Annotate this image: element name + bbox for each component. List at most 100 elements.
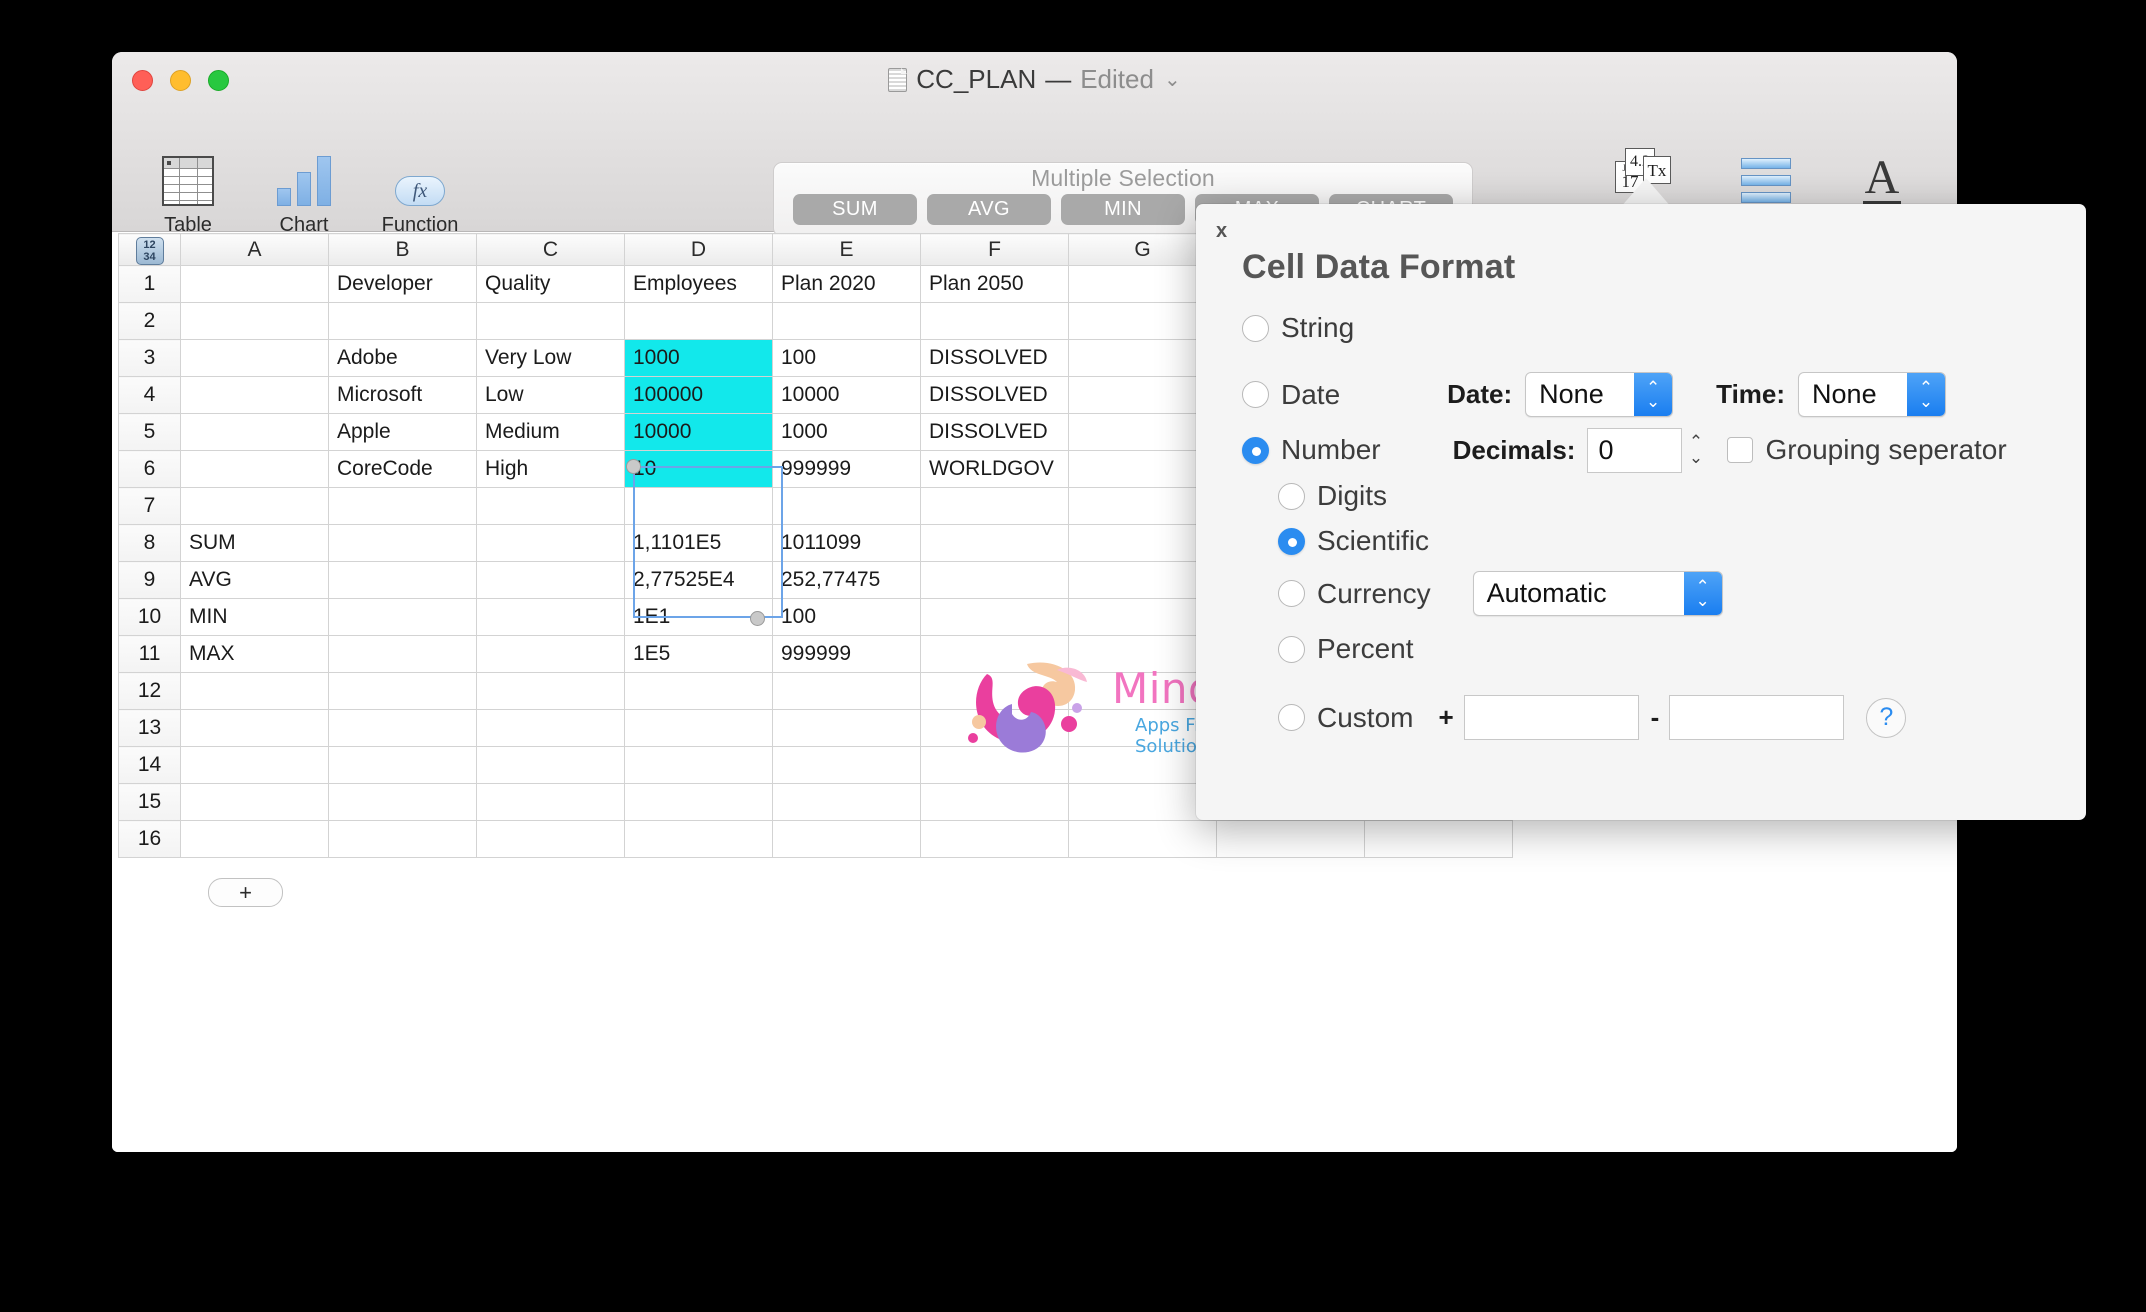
- cell-H16[interactable]: [1217, 821, 1365, 858]
- cell-C14[interactable]: [477, 747, 625, 784]
- cell-D9[interactable]: 2,77525E4: [625, 562, 773, 599]
- row-header-5[interactable]: 5: [119, 414, 181, 451]
- min-button[interactable]: MIN: [1061, 194, 1185, 225]
- chevron-down-icon[interactable]: ⌄: [1164, 67, 1181, 92]
- chevron-updown-icon[interactable]: ⌃⌄: [1907, 373, 1945, 416]
- cell-F9[interactable]: [921, 562, 1069, 599]
- cell-C7[interactable]: [477, 488, 625, 525]
- date-radio[interactable]: [1242, 381, 1269, 408]
- add-row-button[interactable]: +: [208, 878, 283, 907]
- time-format-select[interactable]: None ⌃⌄: [1798, 372, 1946, 417]
- column-header-g[interactable]: G: [1069, 234, 1217, 266]
- cell-G6[interactable]: [1069, 451, 1217, 488]
- cell-A9[interactable]: AVG: [181, 562, 329, 599]
- cell-C1[interactable]: Quality: [477, 266, 625, 303]
- cell-B2[interactable]: [329, 303, 477, 340]
- toolbar-function-button[interactable]: fx Function: [362, 144, 478, 237]
- cell-D11[interactable]: 1E5: [625, 636, 773, 673]
- custom-negative-input[interactable]: [1669, 695, 1844, 740]
- string-radio[interactable]: [1242, 315, 1269, 342]
- cell-B8[interactable]: [329, 525, 477, 562]
- cell-C15[interactable]: [477, 784, 625, 821]
- cell-A10[interactable]: MIN: [181, 599, 329, 636]
- cell-F7[interactable]: [921, 488, 1069, 525]
- cell-C8[interactable]: [477, 525, 625, 562]
- cell-E8[interactable]: 1011099: [773, 525, 921, 562]
- cell-G16[interactable]: [1069, 821, 1217, 858]
- percent-radio[interactable]: [1278, 636, 1305, 663]
- row-header-10[interactable]: 10: [119, 599, 181, 636]
- currency-select[interactable]: Automatic ⌃⌄: [1473, 571, 1723, 616]
- column-header-b[interactable]: B: [329, 234, 477, 266]
- cell-B11[interactable]: [329, 636, 477, 673]
- cell-G7[interactable]: [1069, 488, 1217, 525]
- cell-A4[interactable]: [181, 377, 329, 414]
- row-header-15[interactable]: 15: [119, 784, 181, 821]
- cell-A6[interactable]: [181, 451, 329, 488]
- cell-D4[interactable]: 100000: [625, 377, 773, 414]
- toolbar-chart-button[interactable]: Chart: [246, 144, 362, 237]
- selection-handle-bottom[interactable]: [750, 611, 765, 626]
- cell-G9[interactable]: [1069, 562, 1217, 599]
- cell-G4[interactable]: [1069, 377, 1217, 414]
- cell-B12[interactable]: [329, 673, 477, 710]
- chevron-updown-icon[interactable]: ⌃⌄: [1634, 373, 1672, 416]
- column-header-f[interactable]: F: [921, 234, 1069, 266]
- help-button[interactable]: ?: [1866, 698, 1906, 738]
- cell-D6[interactable]: 10: [625, 451, 773, 488]
- cell-G13[interactable]: [1069, 710, 1217, 747]
- cell-E3[interactable]: 100: [773, 340, 921, 377]
- row-header-16[interactable]: 16: [119, 821, 181, 858]
- cell-C9[interactable]: [477, 562, 625, 599]
- selection-handle-top[interactable]: [626, 459, 641, 474]
- cell-F12[interactable]: [921, 673, 1069, 710]
- cell-A7[interactable]: [181, 488, 329, 525]
- cell-G3[interactable]: [1069, 340, 1217, 377]
- radio-row-currency[interactable]: Currency Automatic ⌃⌄: [1278, 571, 1723, 616]
- digits-radio[interactable]: [1278, 483, 1305, 510]
- cell-E5[interactable]: 1000: [773, 414, 921, 451]
- cell-F11[interactable]: [921, 636, 1069, 673]
- toolbar-table-button[interactable]: Table: [130, 144, 246, 237]
- cell-B15[interactable]: [329, 784, 477, 821]
- cell-B6[interactable]: CoreCode: [329, 451, 477, 488]
- cell-B5[interactable]: Apple: [329, 414, 477, 451]
- cell-A11[interactable]: MAX: [181, 636, 329, 673]
- cell-E15[interactable]: [773, 784, 921, 821]
- cell-B10[interactable]: [329, 599, 477, 636]
- radio-row-date[interactable]: Date Date: None ⌃⌄ Time: None ⌃⌄: [1242, 372, 2042, 417]
- decimals-input[interactable]: 0: [1587, 428, 1682, 473]
- cell-F8[interactable]: [921, 525, 1069, 562]
- cell-E1[interactable]: Plan 2020: [773, 266, 921, 303]
- cell-C6[interactable]: High: [477, 451, 625, 488]
- row-header-7[interactable]: 7: [119, 488, 181, 525]
- cell-E11[interactable]: 999999: [773, 636, 921, 673]
- cell-C5[interactable]: Medium: [477, 414, 625, 451]
- cell-F6[interactable]: WORLDGOV: [921, 451, 1069, 488]
- cell-F4[interactable]: DISSOLVED: [921, 377, 1069, 414]
- row-header-2[interactable]: 2: [119, 303, 181, 340]
- cell-E2[interactable]: [773, 303, 921, 340]
- radio-row-percent[interactable]: Percent: [1278, 633, 1414, 665]
- radio-row-number[interactable]: Number Decimals: 0 ⌃⌄ Grouping seperator: [1242, 426, 2042, 474]
- cell-E7[interactable]: [773, 488, 921, 525]
- cell-F14[interactable]: [921, 747, 1069, 784]
- cell-C12[interactable]: [477, 673, 625, 710]
- cell-D13[interactable]: [625, 710, 773, 747]
- cell-F1[interactable]: Plan 2050: [921, 266, 1069, 303]
- cell-F16[interactable]: [921, 821, 1069, 858]
- cell-D5[interactable]: 10000: [625, 414, 773, 451]
- cell-E9[interactable]: 252,77475: [773, 562, 921, 599]
- radio-row-digits[interactable]: Digits: [1278, 480, 1387, 512]
- cell-G1[interactable]: [1069, 266, 1217, 303]
- close-dialog-button[interactable]: x: [1216, 220, 1227, 243]
- radio-row-custom[interactable]: Custom + - ?: [1278, 695, 2068, 740]
- row-header-14[interactable]: 14: [119, 747, 181, 784]
- row-header-9[interactable]: 9: [119, 562, 181, 599]
- cell-I16[interactable]: [1365, 821, 1513, 858]
- cell-B9[interactable]: [329, 562, 477, 599]
- cell-E10[interactable]: 100: [773, 599, 921, 636]
- radio-row-scientific[interactable]: Scientific: [1278, 525, 1429, 557]
- cell-F3[interactable]: DISSOLVED: [921, 340, 1069, 377]
- cell-A14[interactable]: [181, 747, 329, 784]
